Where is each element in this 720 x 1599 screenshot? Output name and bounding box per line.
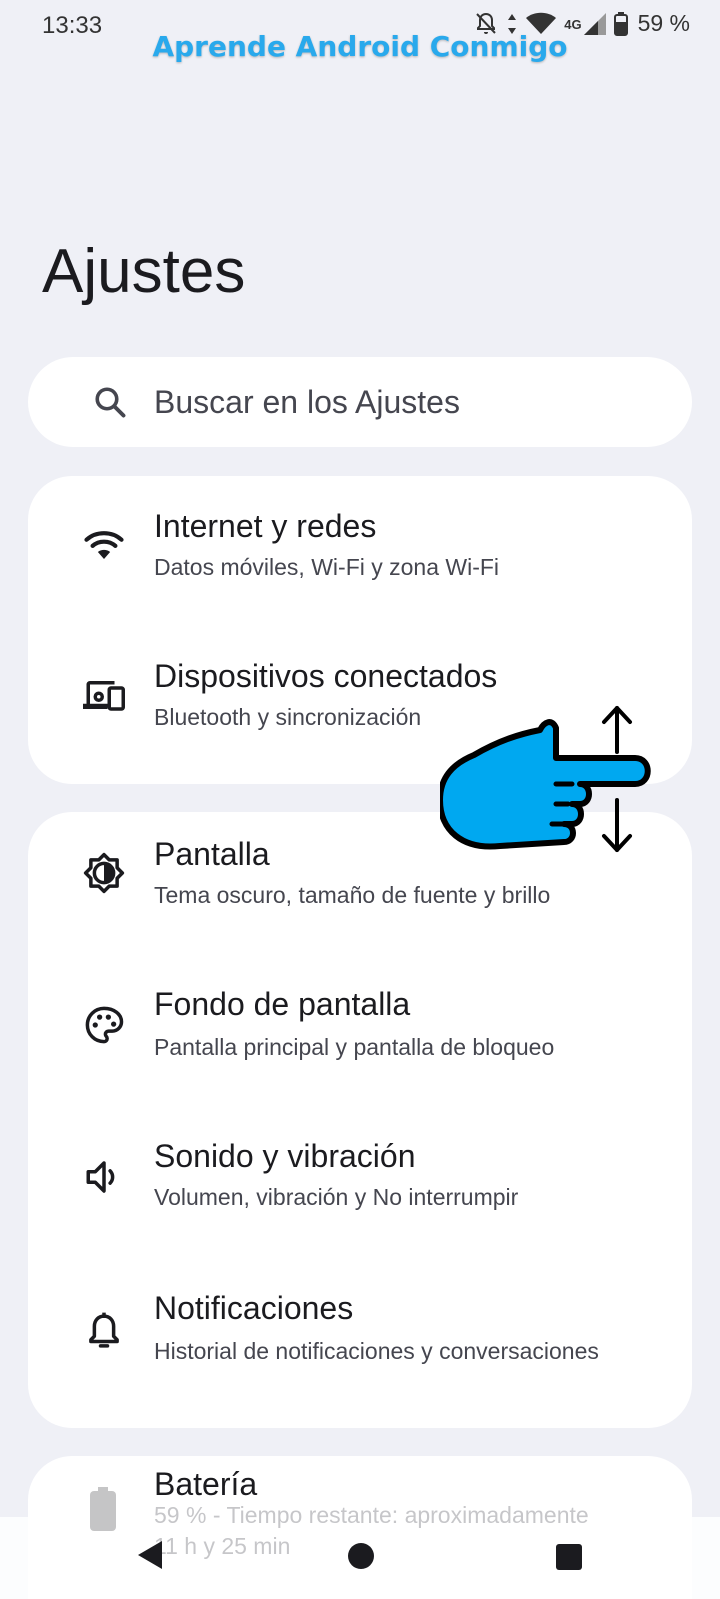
settings-item-subtitle: Pantalla principal y pantalla de bloqueo <box>154 1034 555 1060</box>
settings-item-title: Batería <box>154 1466 258 1502</box>
palette-icon <box>85 1006 124 1044</box>
page-title: Ajustes <box>42 237 246 306</box>
settings-group-device: Pantalla Tema oscuro, tamaño de fuente y… <box>28 812 692 1428</box>
home-button[interactable] <box>348 1543 374 1569</box>
settings-item-subtitle: Historial de notificaciones y conversaci… <box>154 1338 599 1364</box>
settings-item-title: Dispositivos conectados <box>154 658 498 694</box>
settings-item-subtitle: Datos móviles, Wi-Fi y zona Wi-Fi <box>154 554 500 580</box>
back-button[interactable] <box>136 1539 164 1571</box>
settings-item-subtitle: Volumen, vibración y No interrumpir <box>154 1184 519 1210</box>
search-placeholder: Buscar en los Ajustes <box>154 383 460 420</box>
settings-item-title: Notificaciones <box>154 1290 354 1326</box>
settings-item-title: Internet y redes <box>154 508 377 544</box>
settings-item-notifications[interactable]: Notificaciones Historial de notificacion… <box>28 1268 692 1418</box>
bell-icon <box>89 1312 119 1348</box>
settings-item-internet[interactable]: Internet y redes Datos móviles, Wi-Fi y … <box>28 476 692 626</box>
swipe-hand-icon <box>440 706 651 852</box>
watermark-text: Aprende Android Conmigo <box>152 30 568 63</box>
volume-icon <box>86 1161 115 1193</box>
settings-item-sound[interactable]: Sonido y vibración Volumen, vibración y … <box>28 1116 692 1266</box>
brightness-icon <box>83 852 125 894</box>
settings-item-title: Fondo de pantalla <box>154 986 411 1022</box>
settings-item-subtitle-line2: 11 h y 25 min <box>154 1533 291 1559</box>
search-icon <box>95 387 126 418</box>
settings-item-title: Pantalla <box>154 836 270 872</box>
settings-item-title: Sonido y vibración <box>154 1138 416 1174</box>
recent-apps-button[interactable] <box>556 1544 582 1570</box>
settings-item-wallpaper[interactable]: Fondo de pantalla Pantalla principal y p… <box>28 964 692 1114</box>
settings-item-subtitle: Bluetooth y sincronización <box>154 704 422 730</box>
wifi-icon <box>84 531 124 559</box>
battery-icon <box>90 1487 116 1531</box>
search-bar[interactable]: Buscar en los Ajustes <box>28 357 692 447</box>
settings-screen: 13:33 4G 59 % Aprende Android Conmigo Aj… <box>0 0 720 1599</box>
settings-item-subtitle: 59 % - Tiempo restante: aproximadamente <box>154 1502 589 1528</box>
devices-icon <box>83 681 125 711</box>
navigation-bar: 59 % - Tiempo restante: aproximadamente … <box>0 1487 720 1599</box>
